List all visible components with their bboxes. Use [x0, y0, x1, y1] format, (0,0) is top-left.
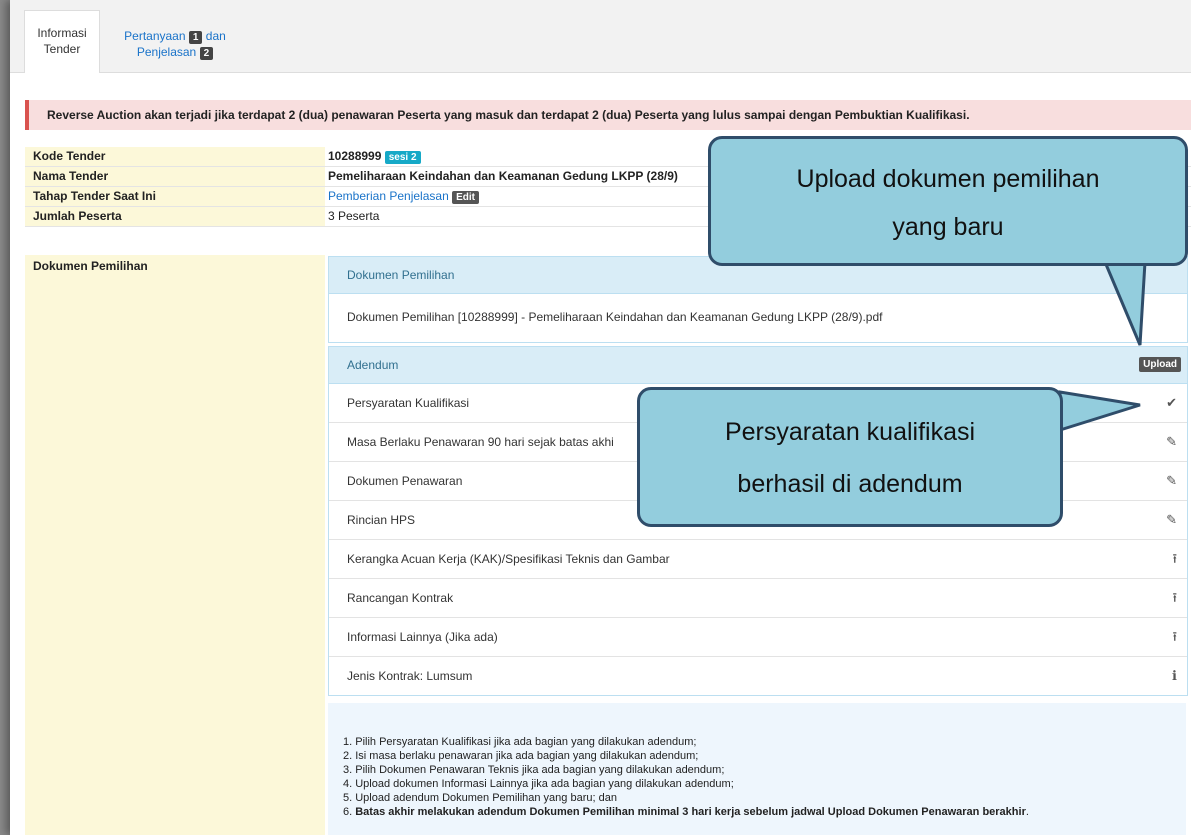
upload-callout: Upload dokumen pemilihan yang baru [708, 136, 1188, 266]
tab-label-part2: dan [205, 29, 226, 43]
info-icon[interactable]: ℹ [1172, 657, 1177, 695]
callout-line: Upload dokumen pemilihan [796, 165, 1100, 193]
adendum-item-label: Informasi Lainnya (Jika ada) [347, 630, 498, 644]
jumlah-peserta-value: 3 Peserta [328, 209, 380, 223]
note-item: 6. Batas akhir melakukan adendum Dokumen… [343, 805, 1186, 819]
callout-line: berhasil di adendum [737, 470, 963, 498]
adendum-item[interactable]: Kerangka Acuan Kerja (KAK)/Spesifikasi T… [329, 540, 1187, 579]
adendum-item[interactable]: Jenis Kontrak: Lumsum ℹ [329, 657, 1187, 695]
note-emphasis: Batas akhir melakukan adendum Dokumen Pe… [355, 806, 1026, 818]
callout-line: yang baru [892, 213, 1004, 241]
note-item: 5. Upload adendum Dokumen Pemilihan yang… [343, 792, 617, 804]
adendum-item-label: Rincian HPS [347, 513, 416, 527]
callout-line: Persyaratan kualifikasi [724, 418, 976, 446]
adendum-title: Adendum [347, 358, 399, 372]
instructions-box: 1. Pilih Persyaratan Kualifikasi jika ad… [328, 703, 1186, 835]
reverse-auction-alert: Reverse Auction akan terjadi jika terdap… [25, 100, 1191, 130]
tab-label-line2: Tender [43, 42, 81, 56]
upload-button[interactable]: Upload [1139, 357, 1181, 372]
note-item: 3. Pilih Dokumen Penawaran Teknis jika a… [343, 764, 725, 776]
tab-label-line1: Informasi [37, 26, 87, 40]
field-value: Pemberian Penjelasan Edit [328, 187, 479, 206]
edit-icon[interactable]: ✎ [1166, 423, 1177, 461]
sesi-badge: sesi 2 [384, 151, 421, 164]
tab-label-part1: Pertanyaan [124, 29, 186, 43]
note-suffix: . [1025, 806, 1029, 818]
adendum-item[interactable]: Informasi Lainnya (Jika ada) ⭱ [329, 618, 1187, 657]
check-icon[interactable]: ✔ [1166, 384, 1177, 422]
note-item: 1. Pilih Persyaratan Kualifikasi jika ad… [343, 736, 697, 748]
tab-informasi-tender[interactable]: Informasi Tender [24, 10, 100, 73]
adendum-item-label: Dokumen Penawaran [347, 474, 463, 488]
adendum-item-label: Kerangka Acuan Kerja (KAK)/Spesifikasi T… [347, 552, 670, 566]
tab-bar: Informasi Tender Pertanyaan 1 dan Penjel… [10, 0, 1191, 73]
note-prefix: 6. [343, 806, 356, 818]
nama-tender-value: Pemeliharaan Keindahan dan Keamanan Gedu… [328, 169, 678, 183]
adendum-item-label: Jenis Kontrak: Lumsum [347, 669, 473, 683]
dokumen-file-link[interactable]: Dokumen Pemilihan [10288999] - Pemelihar… [329, 294, 1187, 340]
adendum-item-label: Masa Berlaku Penawaran 90 hari sejak bat… [347, 435, 614, 449]
tab-pertanyaan-penjelasan[interactable]: Pertanyaan 1 dan Penjelasan 2 [110, 12, 240, 72]
field-value: 10288999 sesi 2 [328, 147, 421, 166]
dokumen-pemilihan-label: Dokumen Pemilihan [25, 255, 325, 835]
note-item: 4. Upload dokumen Informasi Lainnya jika… [343, 778, 734, 790]
upload-icon[interactable]: ⭱ [1172, 540, 1177, 578]
note-item: 2. Isi masa berlaku penawaran jika ada b… [343, 750, 699, 762]
tab-label-part3: Penjelasan [136, 45, 197, 59]
edit-tahap-button[interactable]: Edit [452, 191, 479, 204]
field-label: Kode Tender [25, 147, 325, 166]
upload-icon[interactable]: ⭱ [1172, 579, 1177, 617]
tahap-tender-link[interactable]: Pemberian Penjelasan [328, 189, 449, 203]
edit-icon[interactable]: ✎ [1166, 501, 1177, 539]
field-label: Nama Tender [25, 167, 325, 186]
panel-heading: Adendum Upload [329, 347, 1187, 384]
count-badge: 1 [188, 31, 203, 44]
persyaratan-callout: Persyaratan kualifikasi berhasil di aden… [637, 387, 1063, 527]
field-label: Jumlah Peserta [25, 207, 325, 226]
adendum-item-label: Rancangan Kontrak [347, 591, 454, 605]
count-badge: 2 [199, 47, 214, 60]
edit-icon[interactable]: ✎ [1166, 462, 1177, 500]
kode-tender-value: 10288999 [328, 149, 382, 163]
field-label: Tahap Tender Saat Ini [25, 187, 325, 206]
dokumen-pemilihan-panel: Dokumen Pemilihan Dokumen Pemilihan [102… [328, 256, 1188, 343]
adendum-item[interactable]: Rancangan Kontrak ⭱ [329, 579, 1187, 618]
adendum-item-label: Persyaratan Kualifikasi [347, 396, 470, 410]
upload-icon[interactable]: ⭱ [1172, 618, 1177, 656]
